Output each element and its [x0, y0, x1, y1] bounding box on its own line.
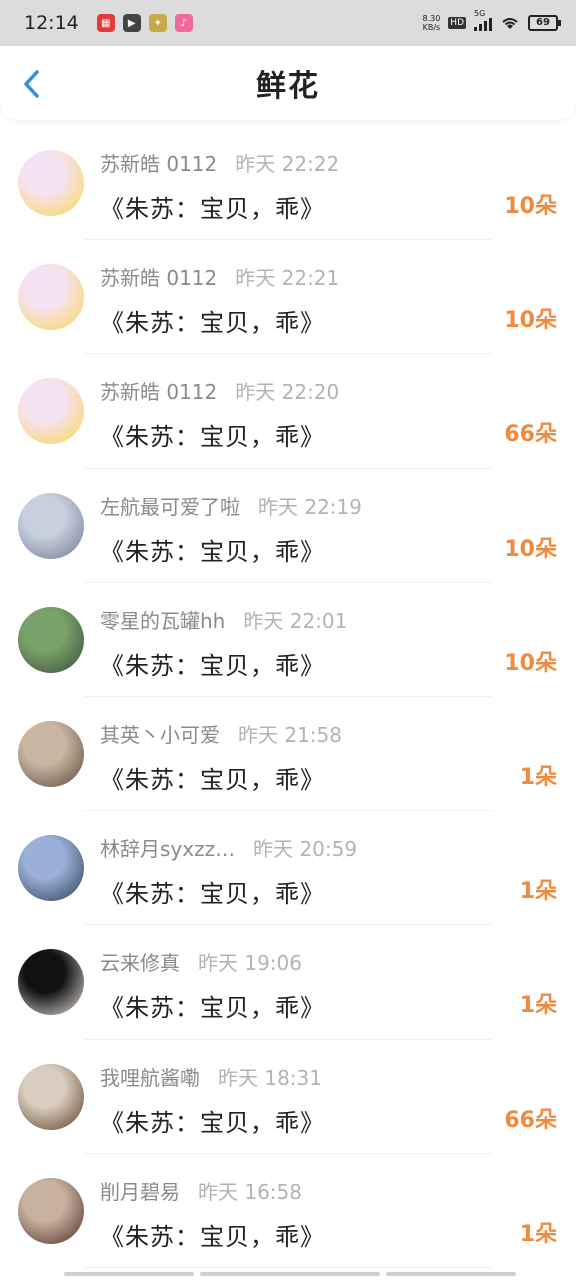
flower-count: 10朵	[504, 536, 557, 562]
list-item[interactable]: 左航最可爱了啦 昨天 22:19 《朱苏：宝贝，乖》 10朵	[0, 469, 576, 583]
send-time: 昨天 16:58	[198, 1179, 302, 1204]
page-title: 鲜花	[256, 69, 320, 104]
book-title: 《朱苏：宝贝，乖》	[100, 423, 325, 452]
list-item[interactable]: 削月碧易 昨天 16:58 《朱苏：宝贝，乖》 1朵	[0, 1154, 576, 1268]
book-title: 《朱苏：宝贝，乖》	[100, 1108, 325, 1137]
wifi-icon	[502, 18, 518, 29]
list-item[interactable]: 零星的瓦罐hh 昨天 22:01 《朱苏：宝贝，乖》 10朵	[0, 583, 576, 697]
send-time: 昨天 20:59	[253, 837, 358, 862]
book-title: 《朱苏：宝贝，乖》	[100, 309, 325, 338]
game-app-icon: ✦	[148, 14, 167, 32]
list-item[interactable]: 苏新皓 0112 昨天 22:20 《朱苏：宝贝，乖》 66朵	[0, 354, 576, 469]
battery-icon: 69	[528, 15, 561, 31]
sender-name[interactable]: 我哩航酱嘞	[100, 1062, 200, 1091]
flower-count: 1朵	[519, 1221, 557, 1247]
flower-count: 66朵	[504, 422, 557, 448]
list-item[interactable]: 苏新皓 0112 昨天 22:21 《朱苏：宝贝，乖》 10朵	[0, 240, 576, 355]
list-item[interactable]: 我哩航酱嘞 昨天 18:31 《朱苏：宝贝，乖》 66朵	[0, 1040, 576, 1154]
network-type: 5G	[474, 9, 486, 18]
send-time: 昨天 18:31	[218, 1065, 322, 1090]
sender-name[interactable]: 其英丶小可爱	[100, 719, 220, 748]
video-app-icon: ▶	[122, 14, 141, 32]
sender-name[interactable]: 苏新皓 0112	[100, 262, 217, 291]
flower-count: 66朵	[504, 1107, 557, 1133]
avatar[interactable]	[18, 949, 84, 1016]
sender-name[interactable]: 林辞月syxzz…	[100, 833, 235, 862]
music-app-icon: ♪	[174, 14, 193, 32]
send-time: 昨天 19:06	[198, 951, 302, 976]
status-time: 12:14	[24, 12, 79, 34]
chevron-left-icon	[24, 70, 39, 98]
avatar[interactable]	[18, 1063, 84, 1130]
avatar[interactable]	[18, 264, 84, 331]
book-title: 《朱苏：宝贝，乖》	[100, 651, 325, 680]
list-item[interactable]: 苏新皓 0112 昨天 22:22 《朱苏：宝贝，乖》 10朵	[0, 126, 576, 241]
list-item[interactable]: 云来修真 昨天 19:06 《朱苏：宝贝，乖》 1朵	[0, 925, 576, 1040]
net-speed-unit: KB/s	[422, 23, 441, 32]
flower-count: 1朵	[519, 879, 557, 905]
sender-name[interactable]: 苏新皓 0112	[100, 376, 217, 405]
sender-name[interactable]: 左航最可爱了啦	[100, 491, 240, 520]
divider	[84, 1266, 492, 1268]
header: 鲜花	[0, 46, 576, 120]
send-time: 昨天 22:20	[235, 380, 340, 405]
gift-record-list: 苏新皓 0112 昨天 22:22 《朱苏：宝贝，乖》 10朵 苏新皓 0112…	[0, 126, 576, 1268]
send-time: 昨天 22:19	[258, 494, 362, 519]
list-item[interactable]: 其英丶小可爱 昨天 21:58 《朱苏：宝贝，乖》 1朵	[0, 697, 576, 812]
avatar[interactable]	[18, 835, 84, 902]
sender-name[interactable]: 零星的瓦罐hh	[100, 605, 225, 634]
avatar[interactable]	[18, 1177, 84, 1244]
flower-count: 1朵	[519, 764, 557, 790]
sender-name[interactable]: 苏新皓 0112	[100, 148, 217, 177]
avatar[interactable]	[18, 720, 84, 787]
book-title: 《朱苏：宝贝，乖》	[100, 994, 325, 1023]
signal-icon: 5G	[474, 9, 492, 31]
avatar[interactable]	[18, 606, 84, 673]
calendar-app-icon: ▦	[96, 14, 115, 32]
sender-name[interactable]: 云来修真	[100, 947, 180, 976]
flower-count: 10朵	[504, 194, 557, 219]
book-title: 《朱苏：宝贝，乖》	[100, 880, 325, 909]
send-time: 昨天 22:22	[235, 152, 340, 176]
flower-count: 10朵	[504, 650, 557, 676]
flower-count: 1朵	[519, 993, 557, 1019]
book-title: 《朱苏：宝贝，乖》	[100, 537, 325, 566]
send-time: 昨天 22:21	[235, 266, 340, 291]
book-title: 《朱苏：宝贝，乖》	[100, 765, 325, 794]
book-title: 《朱苏：宝贝，乖》	[100, 1222, 325, 1251]
book-title: 《朱苏：宝贝，乖》	[100, 195, 325, 223]
send-time: 昨天 21:58	[238, 722, 342, 747]
home-indicator	[0, 1272, 576, 1278]
net-speed-value: 8.30	[422, 14, 441, 23]
status-bar: 12:14 ▦ ▶ ✦ ♪ 8.30 KB/s HD 5G 69	[0, 0, 576, 46]
net-speed: 8.30 KB/s	[422, 14, 440, 32]
flower-count: 10朵	[504, 308, 557, 334]
sender-name[interactable]: 削月碧易	[100, 1176, 180, 1205]
avatar[interactable]	[18, 492, 84, 559]
avatar[interactable]	[18, 378, 84, 445]
list-item[interactable]: 林辞月syxzz… 昨天 20:59 《朱苏：宝贝，乖》 1朵	[0, 811, 576, 926]
avatar[interactable]	[18, 150, 84, 216]
notification-icons: ▦ ▶ ✦ ♪	[96, 14, 193, 32]
back-button[interactable]	[16, 68, 48, 100]
hd-icon: HD	[448, 17, 466, 29]
send-time: 昨天 22:01	[243, 608, 348, 633]
